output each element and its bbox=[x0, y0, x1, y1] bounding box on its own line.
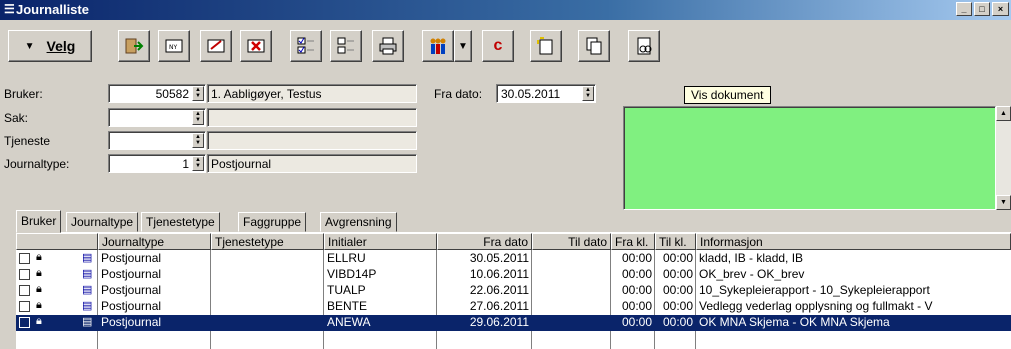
exit-button[interactable] bbox=[118, 30, 150, 62]
uncheck-all-button[interactable] bbox=[330, 30, 362, 62]
fra-dato-input[interactable]: 30.05.2011 ▲ ▼ bbox=[496, 84, 596, 103]
sak-label: Sak: bbox=[4, 111, 29, 125]
spin-arrows-icon[interactable]: ▲ ▼ bbox=[192, 133, 204, 148]
copy-button[interactable] bbox=[578, 30, 610, 62]
column-header-fra-dato[interactable]: Fra dato bbox=[437, 233, 532, 250]
title-bar: ☰ Journalliste _ □ × bbox=[0, 0, 1011, 20]
row-checkbox[interactable] bbox=[19, 317, 30, 328]
tab-bruker[interactable]: Bruker bbox=[16, 210, 62, 233]
row-checkbox[interactable] bbox=[19, 269, 30, 280]
people-dropdown-button[interactable]: ▼ bbox=[454, 30, 472, 62]
copyright-c-icon: c bbox=[493, 37, 503, 54]
copyright-button[interactable]: c bbox=[482, 30, 514, 62]
scroll-up-icon[interactable]: ▲ bbox=[996, 106, 1011, 121]
fra-dato-label: Fra dato: bbox=[434, 87, 483, 101]
tjeneste-name-field bbox=[207, 131, 417, 150]
spin-arrows-icon[interactable]: ▲ ▼ bbox=[192, 156, 204, 171]
preview-scrollbar[interactable]: ▲ ▼ bbox=[996, 106, 1011, 210]
tooltip: Vis dokument bbox=[684, 86, 771, 104]
spin-arrows-icon[interactable]: ▲ ▼ bbox=[192, 86, 204, 101]
journaltype-label: Journaltype: bbox=[4, 157, 70, 171]
chevron-down-icon: ▼ bbox=[458, 40, 468, 52]
tjeneste-label: Tjeneste bbox=[4, 134, 51, 148]
toolbar: ▼ Velg NY ▼ c bbox=[0, 26, 1011, 66]
table-row[interactable]: 🔒︎ ▤ Postjournal ELLRU 30.05.2011 00:00 … bbox=[16, 251, 1011, 267]
grid-header: Journaltype Tjenestetype Initialer Fra d… bbox=[16, 233, 1011, 250]
bruker-input[interactable]: 50582 ▲ ▼ bbox=[108, 84, 206, 103]
velg-label: Velg bbox=[46, 38, 76, 54]
copy-icon bbox=[586, 37, 602, 55]
document-preview bbox=[623, 106, 996, 210]
lock-icon: 🔒︎ bbox=[36, 283, 42, 295]
tab-avgrensning[interactable]: Avgrensning bbox=[320, 212, 397, 232]
svg-text:NY: NY bbox=[169, 44, 177, 51]
sak-input[interactable]: ▲ ▼ bbox=[108, 108, 206, 127]
journaltype-input[interactable]: 1 ▲ ▼ bbox=[108, 154, 206, 173]
table-row[interactable]: 🔒︎ ▤ Postjournal VIBD14P 10.06.2011 00:0… bbox=[16, 267, 1011, 283]
people-button[interactable] bbox=[422, 30, 454, 62]
edit-icon bbox=[207, 39, 225, 53]
list-icon: ☰ bbox=[4, 2, 15, 16]
column-header-til-kl[interactable]: Til kl. bbox=[655, 233, 696, 250]
document-icon: ▤ bbox=[82, 300, 93, 312]
journaltype-name-field: Postjournal bbox=[207, 154, 417, 173]
sak-name-field bbox=[207, 108, 417, 127]
view-document-button[interactable] bbox=[628, 30, 660, 62]
row-checkbox[interactable] bbox=[19, 253, 30, 264]
bruker-name-field: 1. Aabligøyer, Testus bbox=[207, 84, 417, 103]
delete-icon bbox=[247, 39, 265, 53]
edit-button[interactable] bbox=[200, 30, 232, 62]
new-note-icon bbox=[537, 37, 553, 55]
table-row-selected[interactable]: 🔒︎ ▤ Postjournal ANEWA 29.06.2011 00:00 … bbox=[16, 315, 1011, 331]
column-header-select[interactable] bbox=[16, 233, 98, 250]
new-document-button[interactable]: NY bbox=[158, 30, 190, 62]
spin-arrows-icon[interactable]: ▲ ▼ bbox=[582, 86, 594, 101]
document-icon: ▤ bbox=[82, 268, 93, 280]
column-header-til-dato[interactable]: Til dato bbox=[532, 233, 611, 250]
row-checkbox[interactable] bbox=[19, 285, 30, 296]
lock-icon: 🔒︎ bbox=[36, 315, 42, 327]
print-icon bbox=[379, 37, 397, 55]
lock-icon: 🔒︎ bbox=[36, 267, 42, 279]
lock-icon: 🔒︎ bbox=[36, 299, 42, 311]
triangle-down-icon: ▼ bbox=[24, 40, 35, 52]
tab-journaltype[interactable]: Journaltype bbox=[66, 212, 139, 232]
column-header-fra-kl[interactable]: Fra kl. bbox=[611, 233, 655, 250]
column-header-initialer[interactable]: Initialer bbox=[324, 233, 437, 250]
document-icon: ▤ bbox=[82, 252, 93, 264]
column-header-tjenestetype[interactable]: Tjenestetype bbox=[211, 233, 324, 250]
delete-button[interactable] bbox=[240, 30, 272, 62]
row-checkbox[interactable] bbox=[19, 301, 30, 312]
table-row[interactable]: 🔒︎ ▤ Postjournal TUALP 22.06.2011 00:00 … bbox=[16, 283, 1011, 299]
check-all-button[interactable] bbox=[290, 30, 322, 62]
scroll-down-icon[interactable]: ▼ bbox=[996, 195, 1011, 210]
spin-arrows-icon[interactable]: ▲ ▼ bbox=[192, 110, 204, 125]
check-all-icon bbox=[297, 37, 314, 54]
table-row[interactable]: 🔒︎ ▤ Postjournal BENTE 27.06.2011 00:00 … bbox=[16, 299, 1011, 315]
velg-button[interactable]: ▼ Velg bbox=[8, 30, 92, 62]
document-icon: ▤ bbox=[82, 316, 93, 328]
lock-icon: 🔒︎ bbox=[36, 251, 42, 263]
close-button[interactable]: × bbox=[992, 2, 1009, 16]
tab-faggruppe[interactable]: Faggruppe bbox=[238, 212, 307, 232]
maximize-button[interactable]: □ bbox=[974, 2, 990, 16]
people-icon bbox=[430, 38, 446, 54]
tab-tjenestetype[interactable]: Tjenestetype bbox=[141, 212, 220, 232]
print-button[interactable] bbox=[372, 30, 404, 62]
tjeneste-input[interactable]: ▲ ▼ bbox=[108, 131, 206, 150]
view-document-icon bbox=[637, 37, 652, 55]
uncheck-all-icon bbox=[337, 37, 354, 54]
new-note-button[interactable] bbox=[530, 30, 562, 62]
window-title: Journalliste bbox=[16, 2, 89, 17]
column-header-journaltype[interactable]: Journaltype bbox=[98, 233, 211, 250]
document-icon: ▤ bbox=[82, 284, 93, 296]
bruker-label: Bruker: bbox=[4, 87, 43, 101]
journal-grid: Journaltype Tjenestetype Initialer Fra d… bbox=[16, 232, 1011, 349]
column-header-informasjon[interactable]: Informasjon bbox=[696, 233, 1011, 250]
minimize-button[interactable]: _ bbox=[956, 2, 972, 16]
new-document-icon: NY bbox=[165, 39, 183, 53]
exit-icon bbox=[125, 38, 144, 54]
